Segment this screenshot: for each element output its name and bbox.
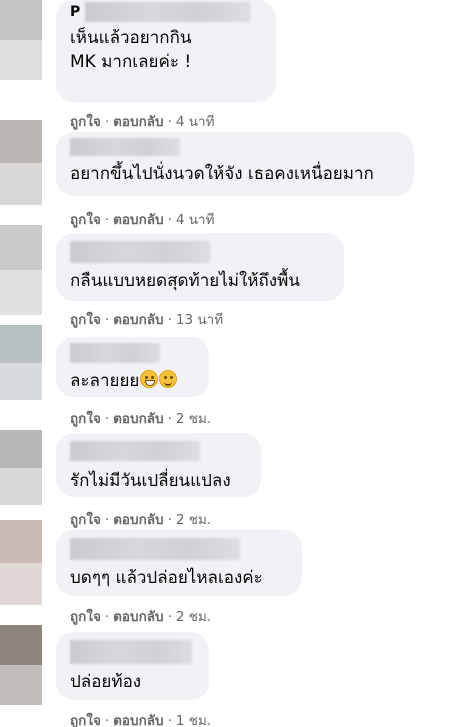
separator: · — [167, 212, 172, 228]
comment-timestamp[interactable]: 2 ชม. — [176, 609, 211, 625]
reply-link[interactable]: ตอบกลับ — [113, 212, 163, 228]
separator: · — [104, 609, 110, 625]
reply-link[interactable]: ตอบกลับ — [113, 114, 163, 130]
name-redaction — [70, 343, 160, 363]
comment-bubble: P เห็นแล้วอยากกิน MK มากเลยค่ะ ! — [56, 0, 276, 102]
comment-bubble: รักไม่มีวันเปลี่ยนแปลง — [56, 433, 261, 497]
like-link[interactable]: ถูกใจ — [70, 713, 101, 727]
separator: · — [167, 609, 172, 625]
comment-text: เห็นแล้วอยากกิน MK มากเลยค่ะ ! — [70, 28, 192, 72]
avatar[interactable] — [0, 225, 42, 315]
separator: · — [104, 411, 110, 427]
like-link[interactable]: ถูกใจ — [70, 312, 101, 328]
like-link[interactable]: ถูกใจ — [70, 609, 101, 625]
separator: · — [167, 713, 172, 727]
separator: · — [167, 312, 172, 328]
reply-link[interactable]: ตอบกลับ — [113, 512, 163, 528]
name-redaction — [70, 138, 180, 156]
commenter-name[interactable]: P — [70, 2, 262, 22]
comment-timestamp[interactable]: 2 ชม. — [176, 411, 211, 427]
separator: · — [167, 411, 172, 427]
avatar[interactable] — [0, 625, 42, 705]
comment-timestamp[interactable]: 4 นาที — [176, 114, 215, 130]
comment-timestamp[interactable]: 13 นาที — [176, 312, 223, 328]
comment-actions: ถูกใจ · ตอบกลับ · 2 ชม. — [70, 508, 211, 530]
smiling-face-icon — [159, 370, 178, 388]
comment-bubble: บดๆๆ แล้วปล่อยไหลเองค่ะ — [56, 530, 302, 596]
reply-link[interactable]: ตอบกลับ — [113, 411, 163, 427]
comment-text-content: ละลายยย — [70, 371, 140, 391]
separator: · — [104, 114, 110, 130]
comment-actions: ถูกใจ · ตอบกลับ · 4 นาที — [70, 208, 215, 230]
comment-text: รักไม่มีวันเปลี่ยนแปลง — [70, 471, 231, 491]
comment-timestamp[interactable]: 4 นาที — [176, 212, 215, 228]
avatar[interactable] — [0, 325, 42, 400]
like-link[interactable]: ถูกใจ — [70, 512, 101, 528]
comment-actions: ถูกใจ · ตอบกลับ · 4 นาที — [70, 110, 215, 132]
comment-actions: ถูกใจ · ตอบกลับ · 13 นาที — [70, 308, 223, 330]
comment-bubble: อยากขึ้นไปนั่งนวดให้จัง เธอคงเหนื่อยมาก — [56, 132, 414, 196]
comment-actions: ถูกใจ · ตอบกลับ · 2 ชม. — [70, 605, 211, 627]
avatar[interactable] — [0, 120, 42, 205]
avatar[interactable] — [0, 520, 42, 605]
comment-bubble: กลืนแบบหยดสุดท้ายไม่ให้ถึงพื้น — [56, 233, 344, 301]
separator: · — [167, 512, 172, 528]
comment-text: ละลายยย — [70, 369, 195, 393]
comment-thread: P เห็นแล้วอยากกิน MK มากเลยค่ะ ! ถูกใจ · ต… — [0, 0, 453, 727]
comment-bubble: ปล่อยท้อง — [56, 632, 209, 700]
separator: · — [104, 512, 110, 528]
separator: · — [167, 114, 172, 130]
reply-link[interactable]: ตอบกลับ — [113, 312, 163, 328]
reply-link[interactable]: ตอบกลับ — [113, 713, 163, 727]
separator: · — [104, 713, 110, 727]
comment-text: อยากขึ้นไปนั่งนวดให้จัง เธอคงเหนื่อยมาก — [70, 164, 374, 184]
avatar[interactable] — [0, 0, 42, 80]
comment-text: กลืนแบบหยดสุดท้ายไม่ให้ถึงพื้น — [70, 271, 300, 291]
comment-actions: ถูกใจ · ตอบกลับ · 1 ชม. — [70, 709, 211, 727]
avatar[interactable] — [0, 430, 42, 505]
like-link[interactable]: ถูกใจ — [70, 212, 101, 228]
like-link[interactable]: ถูกใจ — [70, 411, 101, 427]
comment-timestamp[interactable]: 1 ชม. — [176, 713, 211, 727]
comment-text: ปล่อยท้อง — [70, 672, 142, 692]
name-redaction — [85, 2, 251, 22]
comment-timestamp[interactable]: 2 ชม. — [176, 512, 211, 528]
grinning-face-icon — [140, 370, 159, 388]
like-link[interactable]: ถูกใจ — [70, 114, 101, 130]
comment-bubble: ละลายยย — [56, 337, 209, 397]
name-redaction — [70, 538, 240, 560]
reply-link[interactable]: ตอบกลับ — [113, 609, 163, 625]
comment-actions: ถูกใจ · ตอบกลับ · 2 ชม. — [70, 407, 211, 429]
name-redaction — [70, 241, 210, 263]
separator: · — [104, 212, 110, 228]
name-redaction — [70, 640, 192, 664]
comment-text: บดๆๆ แล้วปล่อยไหลเองค่ะ — [70, 568, 263, 588]
name-redaction — [70, 441, 200, 461]
separator: · — [104, 312, 110, 328]
